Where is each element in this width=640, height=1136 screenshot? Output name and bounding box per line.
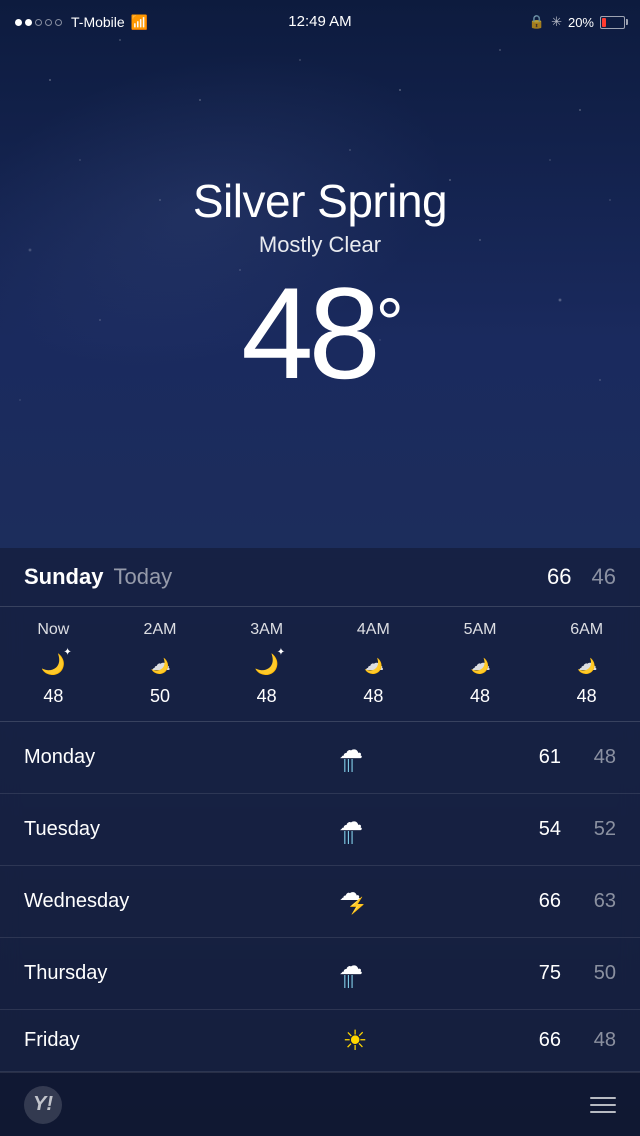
wifi-icon: 📶 xyxy=(131,14,148,31)
status-time: 12:49 AM xyxy=(288,13,351,30)
lock-icon: 🔒 xyxy=(529,14,545,30)
forecast-day: Thursday xyxy=(24,962,184,985)
menu-button[interactable] xyxy=(590,1097,616,1113)
city-name: Silver Spring xyxy=(193,174,447,228)
degree-symbol: ° xyxy=(376,288,399,358)
menu-line-2 xyxy=(590,1104,616,1106)
today-low: 46 xyxy=(592,564,616,590)
today-temps: 66 46 xyxy=(547,564,616,590)
forecast-low: 48 xyxy=(581,1029,616,1052)
forecast-row: Tuesday ☁ ||| 54 52 xyxy=(0,794,640,866)
forecast-icon: ☁ ||| xyxy=(330,808,380,851)
forecast-high: 61 xyxy=(526,746,561,769)
hour-icon: ☁ 🌙 xyxy=(364,649,383,676)
forecast-icon: ☁ ⚡ xyxy=(330,880,380,923)
hour-label: 4AM xyxy=(357,621,390,639)
forecast-icon: ☁ ||| xyxy=(330,736,380,779)
hour-icon: 🌙 ✦ xyxy=(41,649,66,676)
current-temperature: 48° xyxy=(241,268,399,398)
menu-line-3 xyxy=(590,1111,616,1113)
forecast-row: Wednesday ☁ ⚡ 66 63 xyxy=(0,866,640,938)
forecast-row: Monday ☁ ||| 61 48 xyxy=(0,722,640,794)
forecast-temps: 61 48 xyxy=(526,746,616,769)
signal-dot-4 xyxy=(45,19,52,26)
hour-icon: 🌙 ✦ xyxy=(254,649,279,676)
forecast-row: Thursday ☁ ||| 75 50 xyxy=(0,938,640,1010)
forecast-icon: ☁ ||| xyxy=(330,952,380,995)
forecast-temps: 66 48 xyxy=(526,1029,616,1052)
forecast-high: 54 xyxy=(526,818,561,841)
hour-item: 5AM ☁ 🌙 48 xyxy=(427,621,534,707)
forecast-high: 75 xyxy=(526,962,561,985)
signal-dot-1 xyxy=(15,19,22,26)
hour-item: 6AM ☁ 🌙 48 xyxy=(533,621,640,707)
weather-condition: Mostly Clear xyxy=(259,232,381,258)
today-label: Today xyxy=(113,564,172,590)
battery-indicator xyxy=(600,16,625,29)
forecast-low: 52 xyxy=(581,818,616,841)
forecast-day: Friday xyxy=(24,1029,184,1052)
battery-pct: 20% xyxy=(568,15,594,30)
hour-item: 2AM ☁ 🌙 50 xyxy=(107,621,214,707)
signal-dot-3 xyxy=(35,19,42,26)
signal-dot-5 xyxy=(55,19,62,26)
today-row: Sunday Today 66 46 xyxy=(0,548,640,607)
bottom-panel: Sunday Today 66 46 Now 🌙 ✦ 48 2AM ☁ 🌙 50… xyxy=(0,548,640,1072)
hour-temp: 48 xyxy=(470,686,490,707)
hourly-forecast: Now 🌙 ✦ 48 2AM ☁ 🌙 50 3AM 🌙 ✦ 48 4AM ☁ 🌙… xyxy=(0,607,640,722)
hour-item: 3AM 🌙 ✦ 48 xyxy=(213,621,320,707)
hour-label: 2AM xyxy=(144,621,177,639)
hour-temp: 48 xyxy=(43,686,63,707)
hour-item: Now 🌙 ✦ 48 xyxy=(0,621,107,707)
hour-item: 4AM ☁ 🌙 48 xyxy=(320,621,427,707)
today-high: 66 xyxy=(547,564,571,590)
hour-temp: 48 xyxy=(363,686,383,707)
hour-label: Now xyxy=(37,621,69,639)
forecast-temps: 75 50 xyxy=(526,962,616,985)
menu-line-1 xyxy=(590,1097,616,1099)
hour-icon: ☁ 🌙 xyxy=(471,649,490,676)
yahoo-logo[interactable]: Y! xyxy=(24,1086,62,1124)
forecast-temps: 66 63 xyxy=(526,890,616,913)
forecast-low: 48 xyxy=(581,746,616,769)
signal-dot-2 xyxy=(25,19,32,26)
daily-forecast: Monday ☁ ||| 61 48 Tuesday ☁ ||| 54 52 W… xyxy=(0,722,640,1072)
forecast-icon: ☀ xyxy=(330,1024,380,1057)
battery-fill xyxy=(602,18,606,27)
hour-label: 6AM xyxy=(570,621,603,639)
toolbar: Y! xyxy=(0,1072,640,1136)
carrier-name: T-Mobile xyxy=(71,14,125,30)
hour-icon: ☁ 🌙 xyxy=(577,649,596,676)
forecast-low: 63 xyxy=(581,890,616,913)
hour-temp: 48 xyxy=(577,686,597,707)
hour-icon: ☁ 🌙 xyxy=(151,649,170,676)
forecast-day: Tuesday xyxy=(24,818,184,841)
hour-temp: 50 xyxy=(150,686,170,707)
status-bar: T-Mobile 📶 12:49 AM 🔒 ✳ 20% xyxy=(0,0,640,44)
weather-main: Silver Spring Mostly Clear 48° xyxy=(0,44,640,548)
forecast-day: Monday xyxy=(24,746,184,769)
forecast-day: Wednesday xyxy=(24,890,184,913)
forecast-row: Friday ☀ 66 48 xyxy=(0,1010,640,1072)
status-right: 🔒 ✳ 20% xyxy=(529,14,625,30)
hour-label: 5AM xyxy=(464,621,497,639)
status-left: T-Mobile 📶 xyxy=(15,14,148,31)
forecast-high: 66 xyxy=(526,890,561,913)
bluetooth-icon: ✳ xyxy=(551,14,562,30)
forecast-high: 66 xyxy=(526,1029,561,1052)
hour-label: 3AM xyxy=(250,621,283,639)
temp-value: 48 xyxy=(241,260,376,406)
forecast-low: 50 xyxy=(581,962,616,985)
today-day: Sunday xyxy=(24,564,103,590)
forecast-temps: 54 52 xyxy=(526,818,616,841)
hour-temp: 48 xyxy=(257,686,277,707)
signal-bars xyxy=(15,19,62,26)
